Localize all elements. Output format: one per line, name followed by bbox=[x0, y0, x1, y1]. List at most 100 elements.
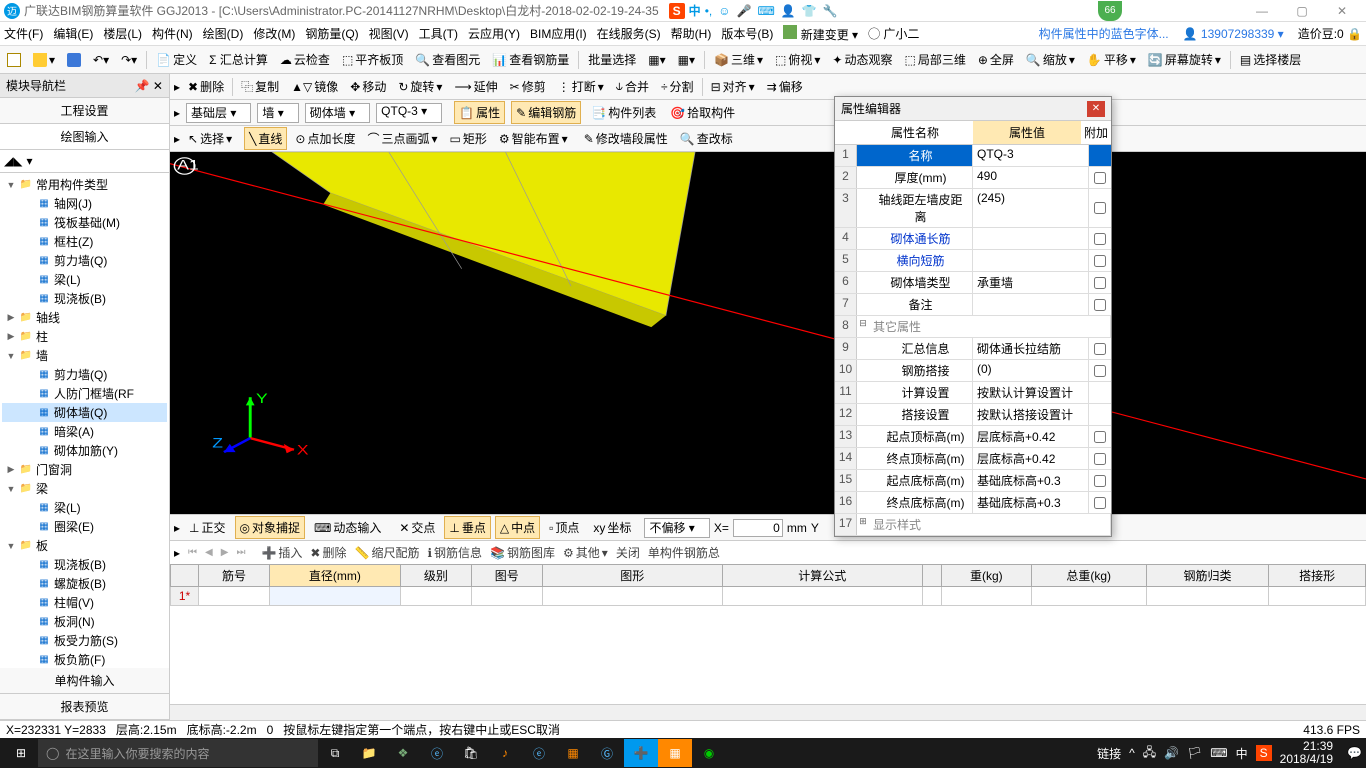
line-button[interactable]: ╲ 直线 bbox=[244, 127, 287, 150]
edit-wall-seg-button[interactable]: ✎ 修改墙段属性 bbox=[580, 128, 672, 149]
tree-tool-1-icon[interactable]: ◢◣ bbox=[4, 154, 22, 168]
edit-steel-button[interactable]: ✎ 编辑钢筋 bbox=[511, 101, 581, 124]
tree-tool-2-icon[interactable]: ▾ bbox=[26, 154, 32, 168]
steel-lib-button[interactable]: 📚 钢筋图库 bbox=[490, 544, 555, 561]
col-header[interactable]: 筋号 bbox=[199, 565, 270, 587]
top-view-button[interactable]: ⬚ 俯视▾ bbox=[772, 49, 823, 70]
app-5-icon[interactable]: ▦ bbox=[658, 739, 692, 767]
point-add-length-button[interactable]: ⊙ 点加长度 bbox=[291, 128, 359, 149]
tray-clock[interactable]: 21:392018/4/19 bbox=[1280, 740, 1339, 766]
ctb-arrow-icon[interactable]: ▸ bbox=[174, 80, 180, 94]
tray-net-icon[interactable]: 🖧 bbox=[1143, 743, 1156, 764]
taskview-icon[interactable]: ⧉ bbox=[318, 739, 352, 767]
prop-row[interactable]: 13起点顶标高(m)层底标高+0.42 bbox=[835, 426, 1111, 448]
col-header[interactable]: 总重(kg) bbox=[1031, 565, 1146, 587]
app-3-icon[interactable]: Ⓖ bbox=[590, 739, 624, 767]
blue-tip-link[interactable]: 构件属性中的蓝色字体... bbox=[1039, 25, 1169, 42]
tree-node[interactable]: ▦板受力筋(S) bbox=[2, 631, 167, 650]
ime-user-icon[interactable]: 👤 bbox=[781, 4, 796, 18]
menu-user[interactable]: ◯ 广小二 bbox=[868, 25, 919, 42]
app-2-icon[interactable]: ▦ bbox=[556, 739, 590, 767]
trim-button[interactable]: ✂ 修剪 bbox=[506, 76, 550, 97]
ime-mic-icon[interactable]: 🎤 bbox=[737, 4, 752, 18]
three-point-arc-button[interactable]: ⌒ 三点画弧▾ bbox=[363, 128, 441, 149]
category-select[interactable]: 墙 ▾ bbox=[257, 103, 298, 123]
pick-component-button[interactable]: 🎯 拾取构件 bbox=[666, 102, 739, 123]
dyn-input-button[interactable]: ⌨ 动态输入 bbox=[309, 516, 386, 539]
ime-badge[interactable]: S bbox=[669, 3, 685, 19]
ie-icon[interactable]: ⓔ bbox=[522, 739, 556, 767]
close-button[interactable]: ✕ bbox=[1322, 4, 1362, 18]
col-header[interactable]: 图号 bbox=[471, 565, 542, 587]
split-button[interactable]: ÷ 分割 bbox=[657, 76, 698, 97]
tree-node[interactable]: ▦人防门框墙(RF bbox=[2, 384, 167, 403]
property-button[interactable]: 📋 属性 bbox=[454, 101, 505, 124]
tray-s-icon[interactable]: S bbox=[1256, 745, 1272, 761]
store-icon[interactable]: 🛍 bbox=[454, 739, 488, 767]
prop-row[interactable]: 8⊟其它属性 bbox=[835, 316, 1111, 338]
tab-report-preview[interactable]: 报表预览 bbox=[0, 694, 169, 720]
prop-row[interactable]: 15起点底标高(m)基础底标高+0.3 bbox=[835, 470, 1111, 492]
sum-calc-button[interactable]: Σ 汇总计算 bbox=[206, 49, 271, 70]
folder-icon[interactable]: 📁 bbox=[352, 739, 386, 767]
fullscreen-button[interactable]: ⊕ 全屏 bbox=[975, 49, 1017, 70]
nav-prev-icon[interactable]: ◀ bbox=[205, 547, 213, 558]
menu-floor[interactable]: 楼层(L) bbox=[103, 25, 142, 42]
tree-node[interactable]: ▼📁板 bbox=[2, 536, 167, 555]
menu-edit[interactable]: 编辑(E) bbox=[53, 25, 93, 42]
col-header[interactable]: 图形 bbox=[542, 565, 722, 587]
start-button[interactable]: ⊞ bbox=[4, 739, 38, 767]
tree-node[interactable]: ▦砌体加筋(Y) bbox=[2, 441, 167, 460]
align-button[interactable]: ⊟ 对齐▾ bbox=[707, 76, 759, 97]
local-3d-button[interactable]: ⬚ 局部三维 bbox=[901, 49, 968, 70]
panel-pin-icon[interactable]: 📌 ✕ bbox=[135, 79, 163, 93]
tree-node[interactable]: ▦暗梁(A) bbox=[2, 422, 167, 441]
prop-row[interactable]: 12搭接设置按默认搭接设置计 bbox=[835, 404, 1111, 426]
horizontal-scrollbar[interactable] bbox=[170, 704, 1366, 720]
osnap-button[interactable]: ◎ 对象捕捉 bbox=[235, 516, 306, 539]
batch-select-button[interactable]: 批量选择 bbox=[585, 49, 639, 70]
prop-row[interactable]: 7备注 bbox=[835, 294, 1111, 316]
menu-bim[interactable]: BIM应用(I) bbox=[530, 25, 587, 42]
mid-button[interactable]: △ 中点 bbox=[495, 516, 540, 539]
screen-rotate-button[interactable]: 🔄 屏幕旋转▾ bbox=[1145, 49, 1224, 70]
ime-keyboard-icon[interactable]: ⌨ bbox=[757, 4, 774, 18]
app-4-icon[interactable]: ➕ bbox=[624, 739, 658, 767]
component-tree[interactable]: ▼📁常用构件类型▦轴网(J)▦筏板基础(M)▦框柱(Z)▦剪力墙(Q)▦梁(L)… bbox=[0, 173, 169, 668]
tree-node[interactable]: ▦圈梁(E) bbox=[2, 517, 167, 536]
tree-node[interactable]: ▶📁柱 bbox=[2, 327, 167, 346]
tree-node[interactable]: ▼📁梁 bbox=[2, 479, 167, 498]
prop-row[interactable]: 6砌体墙类型承重墙 bbox=[835, 272, 1111, 294]
open-icon[interactable]: ▾ bbox=[30, 51, 58, 69]
menu-cloud[interactable]: 云应用(Y) bbox=[468, 25, 520, 42]
maximize-button[interactable]: ▢ bbox=[1282, 4, 1322, 18]
ime-wrench-icon[interactable]: 🔧 bbox=[823, 4, 838, 18]
dyn-view-button[interactable]: ✦ 动态观察 bbox=[829, 49, 895, 70]
perp-button[interactable]: ⊥ 垂点 bbox=[444, 516, 490, 539]
select-floor-button[interactable]: ▤ 选择楼层 bbox=[1237, 49, 1304, 70]
zoom-button[interactable]: 🔍 缩放▾ bbox=[1023, 49, 1078, 70]
cloud-check-button[interactable]: ☁ 云检查 bbox=[277, 49, 333, 70]
app-6-icon[interactable]: ◉ bbox=[692, 739, 726, 767]
tree-node[interactable]: ▦梁(L) bbox=[2, 498, 167, 517]
music-icon[interactable]: ♪ bbox=[488, 739, 522, 767]
break-button[interactable]: ⋮ 打断▾ bbox=[554, 76, 608, 97]
col-header[interactable]: 直径(mm) bbox=[269, 565, 400, 587]
tray-link[interactable]: 链接 bbox=[1097, 745, 1121, 762]
instance-select[interactable]: QTQ-3 ▾ bbox=[376, 103, 442, 123]
view-label-button[interactable]: 🔍 查改标 bbox=[676, 128, 737, 149]
rotate-button[interactable]: ↻ 旋转▾ bbox=[394, 76, 446, 97]
rebar-table[interactable]: 筋号直径(mm)级别图号图形计算公式重(kg)总重(kg)钢筋归类搭接形 1* bbox=[170, 564, 1366, 704]
rtb-delete-button[interactable]: ✖ 删除 bbox=[310, 544, 346, 561]
component-list-button[interactable]: 📑 构件列表 bbox=[587, 102, 660, 123]
tree-node[interactable]: ▦螺旋板(B) bbox=[2, 574, 167, 593]
snap-arrow-icon[interactable]: ▸ bbox=[174, 521, 180, 535]
col-header[interactable]: 搭接形 bbox=[1269, 565, 1366, 587]
row-header[interactable]: 1* bbox=[171, 587, 199, 606]
minimize-button[interactable]: — bbox=[1242, 4, 1282, 18]
tray-kb-icon[interactable]: ⌨ bbox=[1210, 746, 1227, 760]
prop-row[interactable]: 14终点顶标高(m)层底标高+0.42 bbox=[835, 448, 1111, 470]
tab-draw-input[interactable]: 绘图输入 bbox=[0, 124, 169, 150]
prop-row[interactable]: 11计算设置按默认计算设置计 bbox=[835, 382, 1111, 404]
scale-button[interactable]: 📏 缩尺配筋 bbox=[354, 544, 419, 561]
